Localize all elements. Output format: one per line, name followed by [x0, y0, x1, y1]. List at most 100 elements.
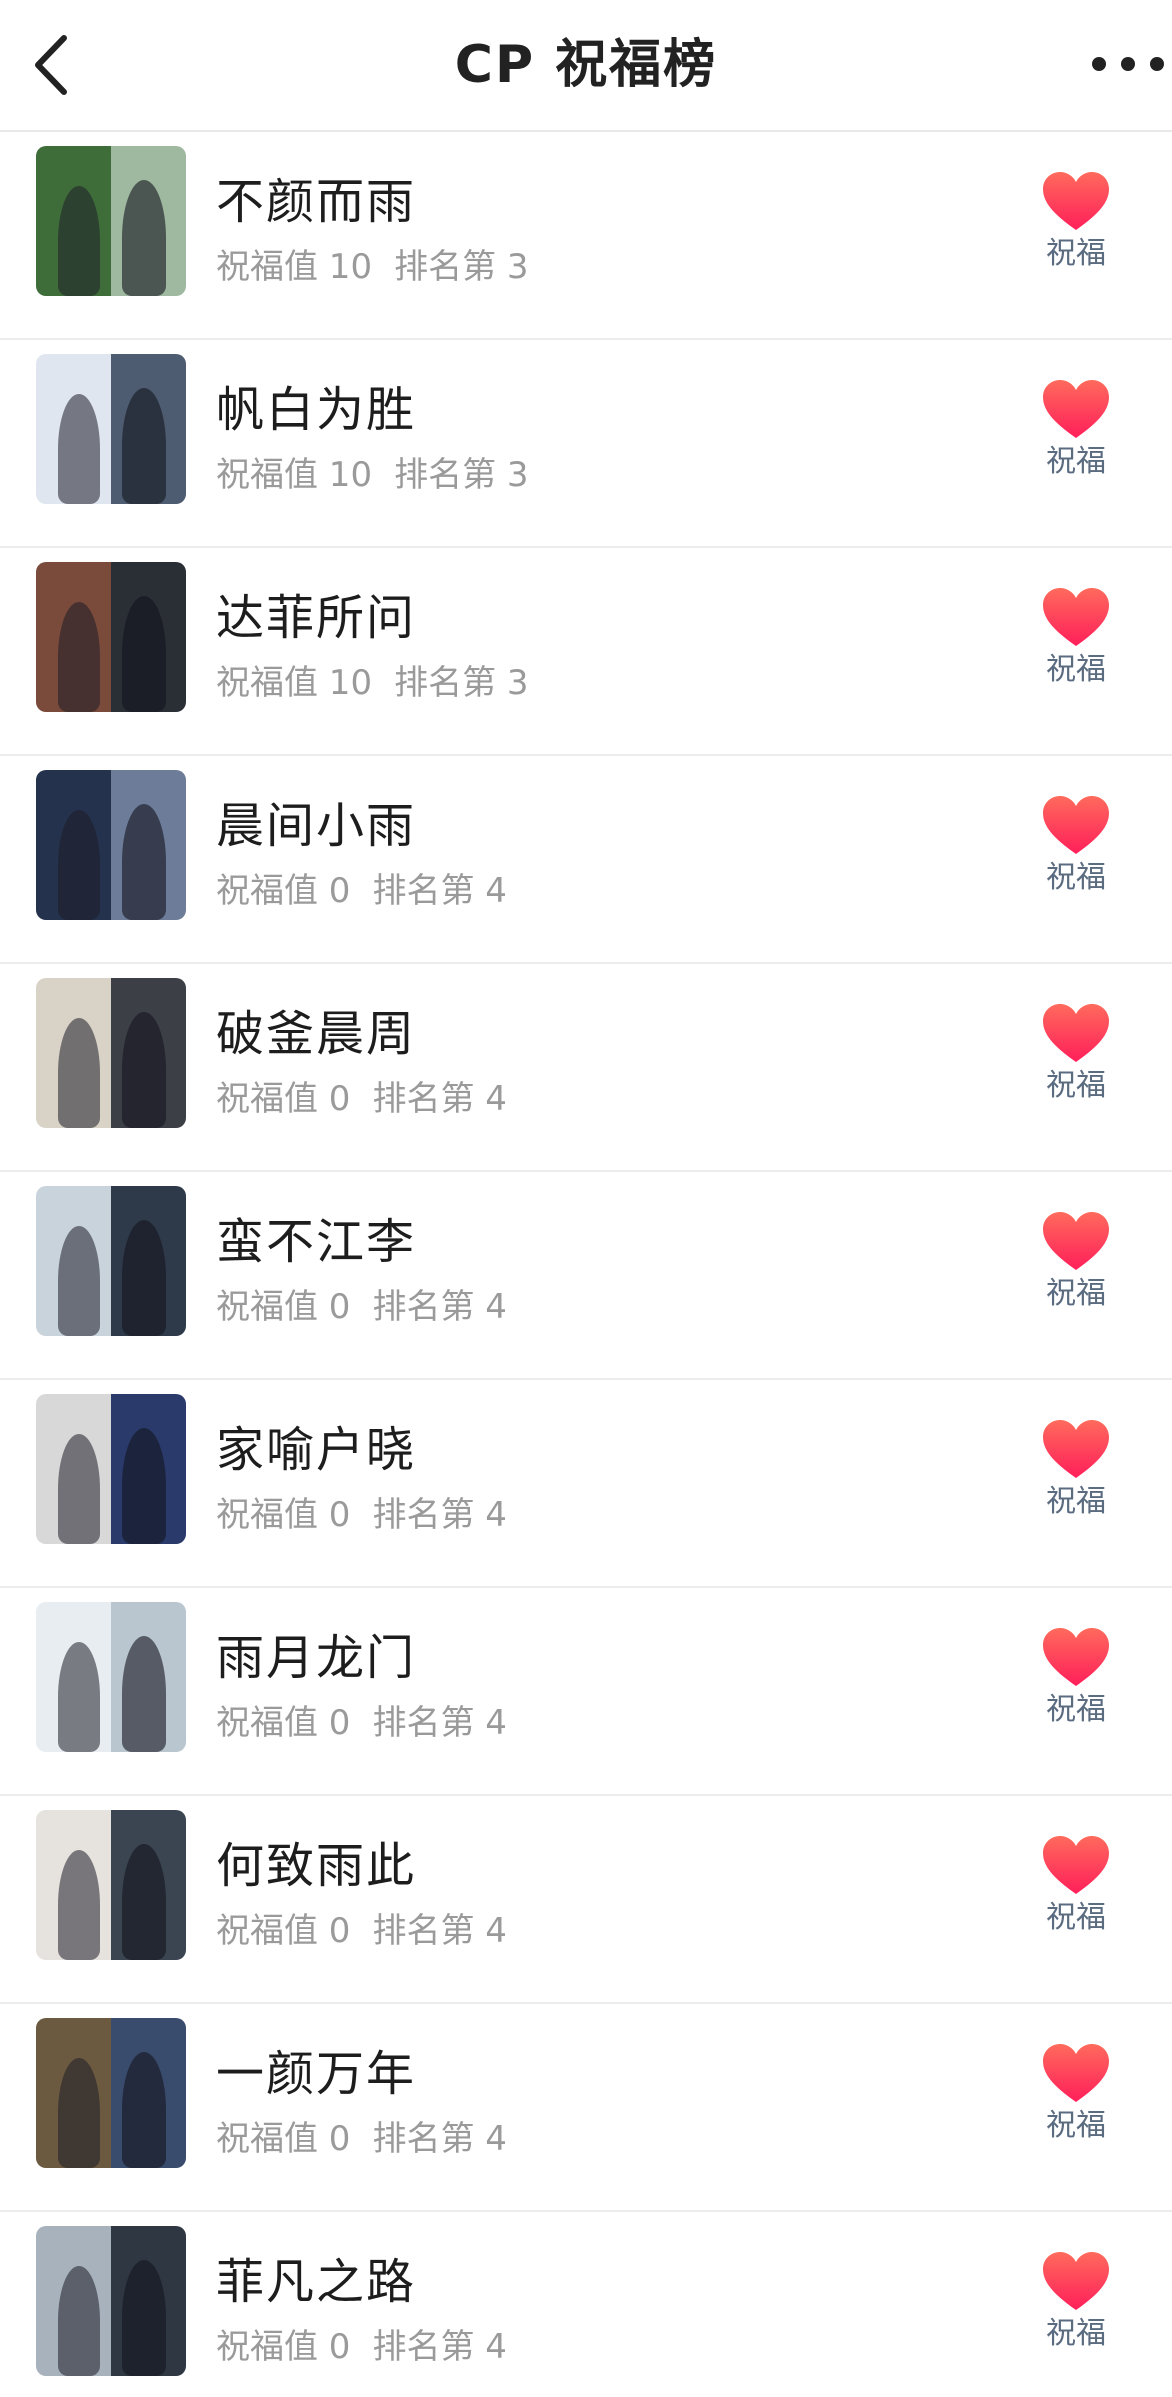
bless-value: 祝福值 10	[216, 247, 373, 287]
bless-button[interactable]: 祝福	[1028, 2250, 1124, 2380]
cp-stats: 祝福值 0 排名第 4	[216, 2118, 507, 2160]
cp-stats: 祝福值 10 排名第 3	[216, 454, 529, 496]
bless-value: 祝福值 0	[216, 1287, 351, 1327]
bless-button[interactable]: 祝福	[1028, 1210, 1124, 1340]
cp-thumbnail	[36, 562, 186, 712]
cp-list-item[interactable]: 晨间小雨 祝福值 0 排名第 4 祝福	[0, 756, 1172, 964]
bless-button-label: 祝福	[1046, 1900, 1106, 1935]
heart-icon	[1043, 2252, 1109, 2310]
rank-text: 排名第 4	[372, 1703, 507, 1743]
bless-value: 祝福值 0	[216, 2327, 351, 2367]
cp-stats: 祝福值 0 排名第 4	[216, 1702, 507, 1744]
bless-value: 祝福值 0	[216, 1911, 351, 1951]
more-options-button[interactable]	[1092, 50, 1164, 78]
cp-thumbnail	[36, 2226, 186, 2376]
cp-thumbnail	[36, 1394, 186, 1544]
heart-icon	[1043, 1628, 1109, 1686]
bless-button[interactable]: 祝福	[1028, 586, 1124, 716]
heart-icon	[1043, 1420, 1109, 1478]
cp-name: 晨间小雨	[216, 798, 417, 854]
bless-value: 祝福值 0	[216, 1495, 351, 1535]
bless-value: 祝福值 0	[216, 2119, 351, 2159]
bless-button[interactable]: 祝福	[1028, 794, 1124, 924]
rank-text: 排名第 4	[372, 2327, 507, 2367]
heart-icon	[1043, 2044, 1109, 2102]
bless-value: 祝福值 10	[216, 455, 373, 495]
bless-button[interactable]: 祝福	[1028, 1626, 1124, 1756]
cp-thumbnail	[36, 354, 186, 504]
bless-button[interactable]: 祝福	[1028, 2042, 1124, 2172]
cp-name: 破釜晨周	[216, 1006, 417, 1062]
cp-list-item[interactable]: 雨月龙门 祝福值 0 排名第 4 祝福	[0, 1588, 1172, 1796]
rank-text: 排名第 4	[372, 871, 507, 911]
cp-stats: 祝福值 0 排名第 4	[216, 1910, 507, 1952]
bless-button-label: 祝福	[1046, 1484, 1106, 1519]
cp-list-item[interactable]: 何致雨此 祝福值 0 排名第 4 祝福	[0, 1796, 1172, 2004]
bless-button[interactable]: 祝福	[1028, 1834, 1124, 1964]
bless-button-label: 祝福	[1046, 2108, 1106, 2143]
bless-button[interactable]: 祝福	[1028, 378, 1124, 508]
cp-thumbnail	[36, 1186, 186, 1336]
heart-icon	[1043, 172, 1109, 230]
cp-name: 一颜万年	[216, 2046, 417, 2102]
page-title: CP 祝福榜	[454, 35, 718, 95]
cp-name: 不颜而雨	[216, 174, 417, 230]
bless-button[interactable]: 祝福	[1028, 1418, 1124, 1548]
heart-icon	[1043, 380, 1109, 438]
more-dot-icon	[1150, 57, 1164, 71]
bless-value: 祝福值 0	[216, 1079, 351, 1119]
nav-bar: CP 祝福榜	[0, 0, 1172, 132]
bless-button-label: 祝福	[1046, 236, 1106, 271]
cp-stats: 祝福值 0 排名第 4	[216, 1078, 507, 1120]
cp-name: 蛮不江李	[216, 1214, 417, 1270]
cp-thumbnail	[36, 770, 186, 920]
heart-icon	[1043, 796, 1109, 854]
more-dot-icon	[1121, 57, 1135, 71]
bless-button[interactable]: 祝福	[1028, 170, 1124, 300]
heart-icon	[1043, 1836, 1109, 1894]
bless-value: 祝福值 10	[216, 663, 373, 703]
heart-icon	[1043, 1212, 1109, 1270]
cp-name: 菲凡之路	[216, 2254, 417, 2310]
bless-button-label: 祝福	[1046, 860, 1106, 895]
cp-name: 帆白为胜	[216, 382, 417, 438]
cp-ranking-list: 不颜而雨 祝福值 10 排名第 3 祝福 帆白为胜 祝福值 10 排名第 3 祝…	[0, 132, 1172, 2397]
rank-text: 排名第 4	[372, 1495, 507, 1535]
heart-icon	[1043, 1004, 1109, 1062]
bless-button-label: 祝福	[1046, 2316, 1106, 2351]
cp-list-item[interactable]: 蛮不江李 祝福值 0 排名第 4 祝福	[0, 1172, 1172, 1380]
cp-thumbnail	[36, 1602, 186, 1752]
cp-bless-ranking-page: CP 祝福榜 不颜而雨 祝福值 10 排名第 3 祝福 帆白为胜 祝福值 10 …	[0, 0, 1172, 2397]
rank-text: 排名第 3	[394, 663, 529, 703]
cp-stats: 祝福值 10 排名第 3	[216, 246, 529, 288]
bless-button-label: 祝福	[1046, 652, 1106, 687]
cp-list-item[interactable]: 一颜万年 祝福值 0 排名第 4 祝福	[0, 2004, 1172, 2212]
rank-text: 排名第 3	[394, 455, 529, 495]
cp-list-item[interactable]: 家喻户晓 祝福值 0 排名第 4 祝福	[0, 1380, 1172, 1588]
cp-name: 何致雨此	[216, 1838, 417, 1894]
bless-button-label: 祝福	[1046, 1692, 1106, 1727]
cp-name: 家喻户晓	[216, 1422, 417, 1478]
heart-icon	[1043, 588, 1109, 646]
cp-thumbnail	[36, 2018, 186, 2168]
cp-name: 雨月龙门	[216, 1630, 417, 1686]
cp-list-item[interactable]: 破釜晨周 祝福值 0 排名第 4 祝福	[0, 964, 1172, 1172]
bless-button-label: 祝福	[1046, 1068, 1106, 1103]
cp-name: 达菲所问	[216, 590, 417, 646]
bless-value: 祝福值 0	[216, 1703, 351, 1743]
bless-value: 祝福值 0	[216, 871, 351, 911]
rank-text: 排名第 4	[372, 1079, 507, 1119]
cp-list-item[interactable]: 帆白为胜 祝福值 10 排名第 3 祝福	[0, 340, 1172, 548]
rank-text: 排名第 4	[372, 1287, 507, 1327]
rank-text: 排名第 4	[372, 2119, 507, 2159]
rank-text: 排名第 4	[372, 1911, 507, 1951]
cp-list-item[interactable]: 菲凡之路 祝福值 0 排名第 4 祝福	[0, 2212, 1172, 2397]
cp-list-item[interactable]: 不颜而雨 祝福值 10 排名第 3 祝福	[0, 132, 1172, 340]
cp-list-item[interactable]: 达菲所问 祝福值 10 排名第 3 祝福	[0, 548, 1172, 756]
bless-button[interactable]: 祝福	[1028, 1002, 1124, 1132]
cp-stats: 祝福值 0 排名第 4	[216, 1494, 507, 1536]
bless-button-label: 祝福	[1046, 444, 1106, 479]
cp-thumbnail	[36, 978, 186, 1128]
bless-button-label: 祝福	[1046, 1276, 1106, 1311]
cp-thumbnail	[36, 1810, 186, 1960]
